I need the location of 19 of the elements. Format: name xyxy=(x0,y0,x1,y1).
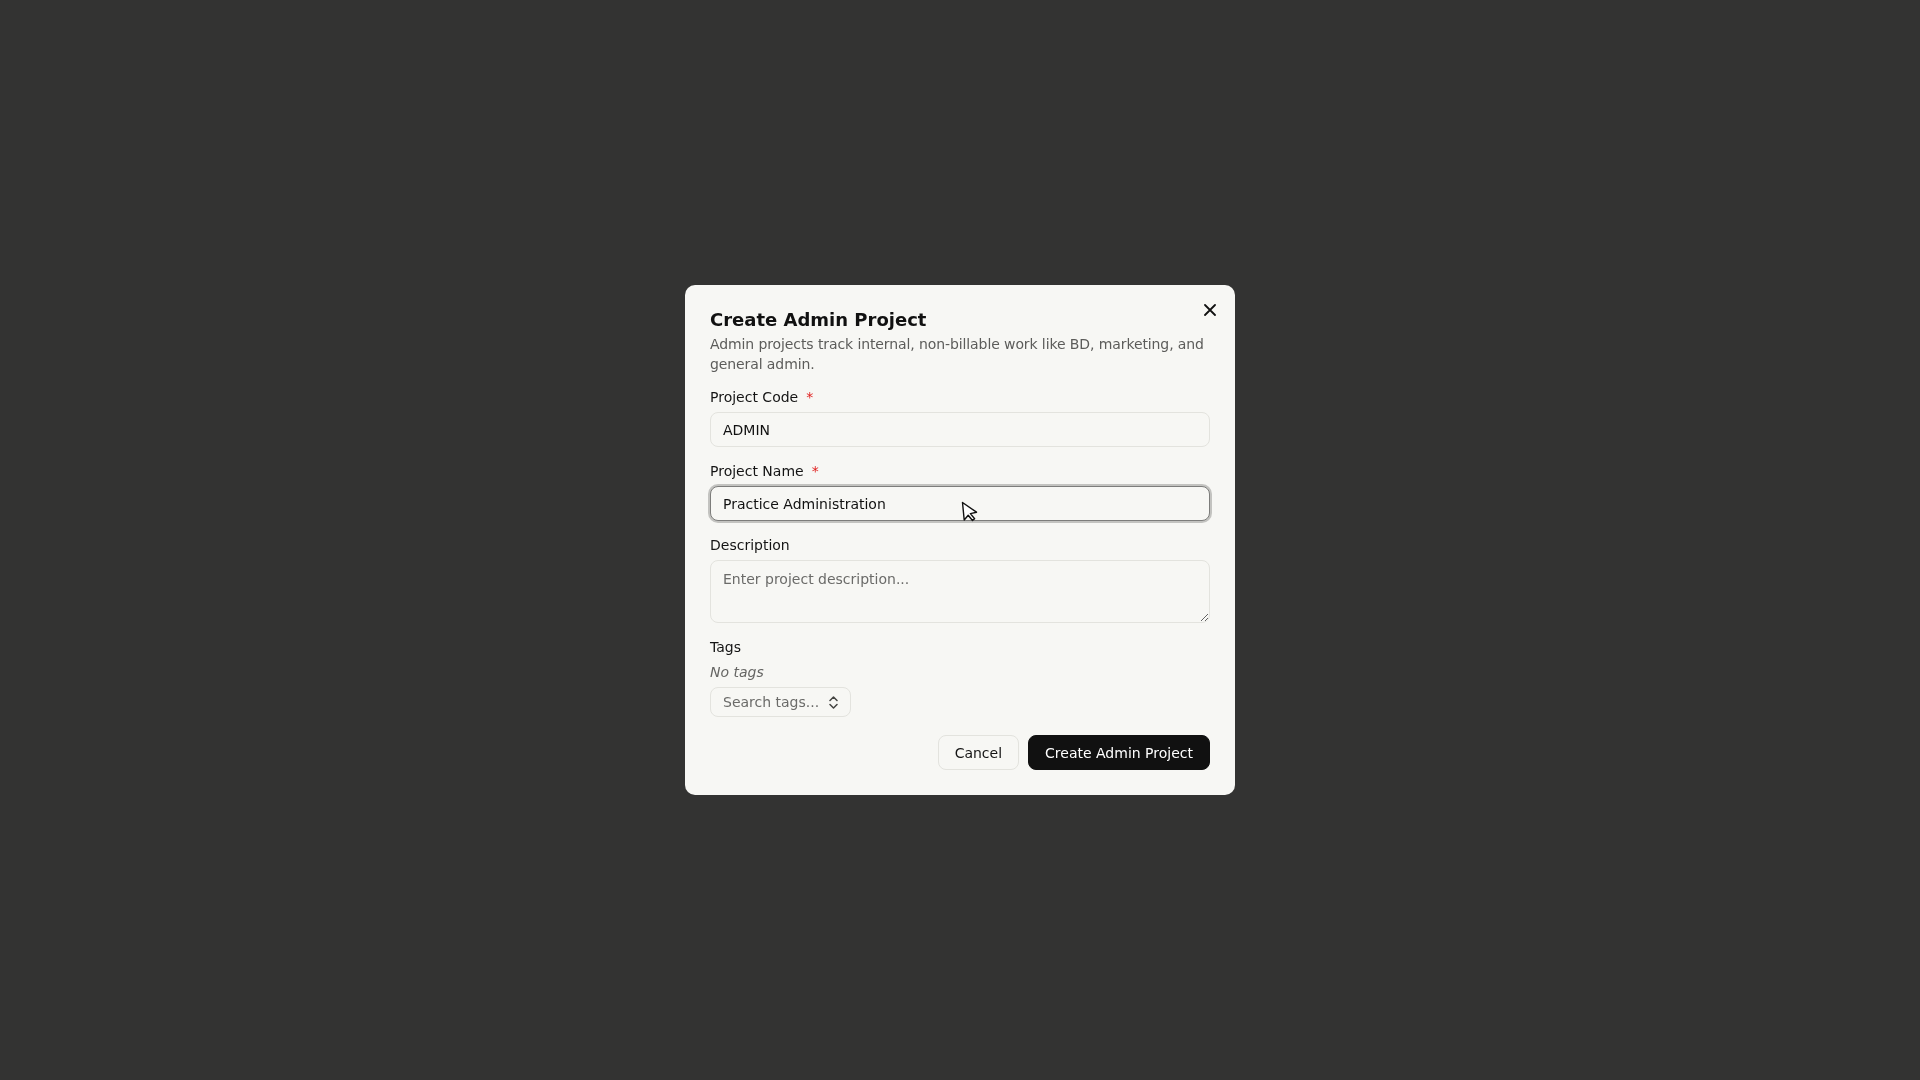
create-button[interactable]: Create Admin Project xyxy=(1028,735,1210,770)
field-label: Project Code xyxy=(710,388,799,407)
required-asterisk: * xyxy=(811,462,819,481)
cancel-button[interactable]: Cancel xyxy=(937,735,1020,770)
field-label: Project Name xyxy=(710,462,804,481)
text-input-field[interactable]: Practice Administration xyxy=(710,486,1210,521)
dialog-description: Admin projects track internal, non-billable work like BD, marketing, and general admin. xyxy=(710,335,1205,374)
dialog-title: Create Admin Project xyxy=(710,309,928,331)
close-button[interactable] xyxy=(1202,302,1218,318)
required-asterisk: * xyxy=(806,388,814,407)
close-icon xyxy=(1204,304,1216,316)
description-textarea[interactable]: Enter project description... xyxy=(710,560,1210,623)
field-label: Description xyxy=(710,536,790,555)
tag-search-combobox[interactable]: Search tags... xyxy=(710,687,852,717)
chevrons-up-down-icon xyxy=(829,695,839,709)
empty-tags-note: No tags xyxy=(710,663,764,682)
mouse-pointer-icon xyxy=(961,501,978,522)
field-label: Tags xyxy=(710,638,741,657)
text-input-field[interactable]: ADMIN xyxy=(710,412,1210,447)
